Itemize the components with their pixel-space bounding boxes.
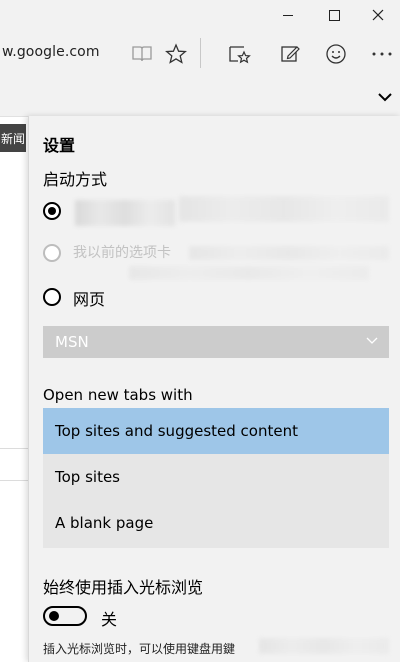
homepage-select-value: MSN bbox=[55, 333, 89, 351]
newtab-option-top-sites-suggested[interactable]: Top sites and suggested content bbox=[43, 408, 389, 454]
startup-option-label: 网页 bbox=[73, 290, 106, 309]
newtab-listbox[interactable]: Top sites and suggested content Top site… bbox=[43, 408, 389, 548]
caret-browsing-label: 始终使用插入光标浏览 bbox=[43, 578, 204, 597]
favorites-bar bbox=[0, 78, 400, 117]
redacted-text bbox=[179, 196, 389, 222]
chevron-down-icon[interactable] bbox=[376, 88, 394, 106]
close-button[interactable] bbox=[356, 0, 400, 30]
feedback-smiley-icon[interactable] bbox=[324, 42, 348, 66]
web-note-icon[interactable] bbox=[278, 42, 302, 66]
toggle-knob bbox=[49, 611, 59, 621]
caret-browsing-toggle[interactable] bbox=[43, 606, 87, 626]
newtab-option-top-sites[interactable]: Top sites bbox=[43, 454, 389, 500]
maximize-icon bbox=[328, 9, 340, 21]
reading-view-icon[interactable] bbox=[130, 42, 154, 66]
redacted-text bbox=[259, 638, 389, 654]
startup-radio-previous-tabs[interactable] bbox=[43, 244, 61, 262]
toolbar-divider bbox=[200, 38, 201, 68]
favorite-star-icon[interactable] bbox=[164, 42, 188, 66]
startup-label: 启动方式 bbox=[43, 170, 108, 189]
settings-title: 设置 bbox=[43, 136, 76, 155]
page-divider bbox=[0, 448, 28, 449]
maximize-button[interactable] bbox=[312, 0, 356, 30]
redacted-text bbox=[189, 246, 389, 260]
newtab-option-blank-page[interactable]: A blank page bbox=[43, 500, 389, 546]
title-bar bbox=[0, 0, 400, 30]
caret-browsing-note: 插入光标浏览时，可以使用键盘用鍵 bbox=[43, 642, 236, 656]
minimize-icon bbox=[283, 14, 293, 16]
hub-icon[interactable] bbox=[228, 42, 252, 66]
newtab-label: Open new tabs with bbox=[43, 386, 193, 404]
caret-toggle-state: 关 bbox=[101, 610, 118, 629]
minimize-button[interactable] bbox=[266, 0, 310, 30]
page-divider bbox=[0, 480, 28, 481]
address-bar: w.google.com bbox=[0, 30, 400, 78]
redacted-text bbox=[129, 266, 369, 280]
news-tab[interactable]: 新闻 bbox=[0, 124, 26, 152]
chevron-down-icon bbox=[366, 337, 378, 344]
homepage-select[interactable]: MSN bbox=[43, 326, 389, 358]
more-icon[interactable] bbox=[370, 42, 394, 66]
startup-option-label: 我以前的选项卡 bbox=[73, 245, 171, 261]
startup-radio-start-page[interactable] bbox=[43, 202, 61, 220]
settings-panel: 设置 启动方式 我以前的选项卡 网页 MSN Open new tabs wit… bbox=[28, 116, 400, 662]
startup-radio-web-page[interactable] bbox=[43, 288, 61, 306]
redacted-text bbox=[75, 200, 175, 226]
url-field[interactable]: w.google.com bbox=[2, 44, 100, 60]
close-icon bbox=[372, 9, 384, 21]
